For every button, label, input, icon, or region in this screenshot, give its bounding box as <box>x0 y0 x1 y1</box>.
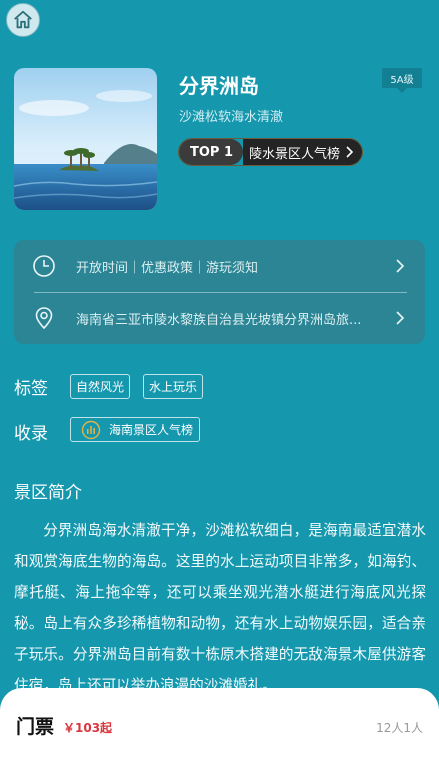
opening-info-row[interactable]: 开放时间｜优惠政策｜游玩须知 <box>14 240 425 292</box>
spot-image[interactable] <box>14 68 157 210</box>
intro-title: 景区简介 <box>14 483 82 503</box>
tags-label: 标签 <box>14 379 48 399</box>
opening-info-text: 开放时间｜优惠政策｜游玩须知 <box>76 260 259 276</box>
collection-chip-label: 海南景区人气榜 <box>109 423 194 437</box>
address-text: 海南省三亚市陵水黎族自治县光坡镇分界洲岛旅... <box>76 312 362 328</box>
rank-top: TOP 1 <box>179 139 244 165</box>
tag-chip[interactable]: 自然风光 <box>70 374 131 399</box>
address-row[interactable]: 海南省三亚市陵水黎族自治县光坡镇分界洲岛旅... <box>14 292 425 344</box>
tag-chip[interactable]: 水上玩乐 <box>143 374 204 399</box>
rank-label: 陵水景区人气榜 <box>249 146 341 162</box>
spot-name: 分界洲岛 <box>179 74 259 98</box>
chevron-right-icon <box>396 259 405 273</box>
collection-chip[interactable]: 海南景区人气榜 <box>70 417 201 442</box>
level-badge: 5A级 <box>382 68 422 93</box>
collection-label: 收录 <box>14 424 48 444</box>
chevron-right-icon <box>346 146 354 158</box>
home-button[interactable] <box>6 3 40 37</box>
chevron-right-icon <box>396 311 405 325</box>
ticket-title: 门票 <box>16 716 55 738</box>
rank-label-wrap: 陵水景区人气榜 <box>243 139 363 165</box>
rank-badge[interactable]: TOP 1 陵水景区人气榜 <box>178 138 364 166</box>
ticket-price: ￥103起 <box>63 721 113 735</box>
info-card: 开放时间｜优惠政策｜游玩须知 海南省三亚市陵水黎族自治县光坡镇分界洲岛旅... <box>14 240 425 344</box>
location-pin-icon <box>35 307 53 330</box>
clock-icon <box>33 255 55 277</box>
ranking-icon <box>81 420 101 439</box>
home-icon <box>14 10 32 29</box>
spot-slogan: 沙滩松软海水清澈 <box>179 110 284 125</box>
intro-text: 分界洲岛海水清澈干净，沙滩松软细白，是海南最适宜潜水和观赏海底生物的海岛。这里的… <box>14 522 426 694</box>
ticket-people: 12人1人 <box>376 721 423 735</box>
